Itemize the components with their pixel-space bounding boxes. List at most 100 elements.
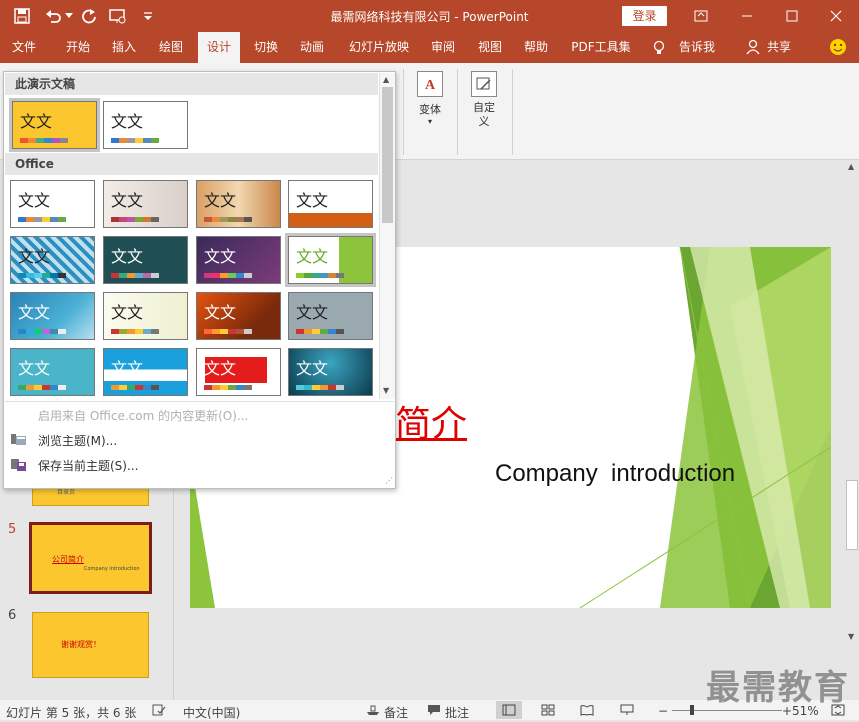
save-current-theme-item[interactable]: 保存当前主题(S)... [38,457,138,474]
theme-vapor-red[interactable]: 文文 [196,348,281,396]
minimize-icon[interactable] [737,6,757,26]
theme-preview-text: 文文 [296,359,329,378]
theme-circuit[interactable]: 文文 [10,348,95,396]
tab-review[interactable]: 审阅 [423,32,463,63]
scroll-thumb[interactable] [382,87,393,223]
theme-preview-text: 文文 [111,247,144,266]
theme-wood-type[interactable]: 文文 [196,180,281,228]
resize-grip-icon[interactable]: ⋰ [385,476,393,485]
theme-preview-text: 文文 [111,359,144,378]
watermark-logo: 最需教育 [706,668,850,708]
zoom-out-icon[interactable]: − [658,704,668,718]
theme-facet-green[interactable]: 文文 [285,233,376,287]
ribbon-separator [457,69,458,155]
share-user-icon[interactable] [744,32,762,63]
notes-button[interactable]: 备注 [384,704,408,721]
theme-ion[interactable]: 文文 [288,348,373,396]
theme-preview-text: 文文 [296,191,329,210]
scroll-up-icon[interactable]: ▲ [383,75,389,84]
theme-dividend[interactable]: 文文 [10,236,95,284]
share-button[interactable]: 共享 [764,32,794,63]
theme-badge[interactable]: 文文 [196,292,281,340]
language-indicator[interactable]: 中文(中国) [183,704,240,721]
slide-counter: 幻灯片 第 5 张，共 6 张 [6,706,137,720]
customize-group[interactable]: 自定义 [462,68,506,138]
theme-current-default[interactable]: 文文 [103,101,188,149]
login-button[interactable]: 登录 [622,6,667,26]
scroll-thumb[interactable] [846,480,858,550]
browse-themes-icon [11,433,26,446]
tab-view[interactable]: 视图 [470,32,510,63]
theme-preview-text: 文文 [18,359,51,378]
tab-draw[interactable]: 绘图 [151,32,191,63]
theme-preview-text: 文文 [204,191,237,210]
normal-view-icon[interactable] [496,701,522,719]
tab-design[interactable]: 设计 [198,32,240,63]
scroll-down-icon[interactable]: ▼ [848,632,854,641]
enable-office-content-updates: 启用来自 Office.com 的内容更新(O)... [38,409,249,423]
thumb-5-subtitle: Company introduction [84,566,140,572]
ribbon-display-options-icon[interactable] [691,6,711,26]
comments-button[interactable]: 批注 [445,704,469,721]
theme-parcel[interactable]: 文文 [288,292,373,340]
smiley-feedback-icon[interactable] [828,32,848,63]
slide-subtitle[interactable]: Company introduction [495,460,735,488]
browse-themes-item[interactable]: 浏览主题(M)... [38,432,117,449]
variants-label: 变体 [419,103,441,116]
reading-view-icon[interactable] [580,704,594,719]
tab-animations[interactable]: 动画 [292,32,332,63]
tell-me-search[interactable]: 告诉我 [672,32,722,63]
window-title: 最需网络科技有限公司 - PowerPoint [330,10,529,24]
scroll-down-icon[interactable]: ▼ [383,386,389,395]
slide-sorter-icon[interactable] [541,704,555,719]
theme-preview-text: 文文 [111,303,144,322]
slide-title[interactable]: 简介 [395,395,467,447]
theme-savon[interactable]: 文文 [103,348,188,396]
tab-insert[interactable]: 插入 [104,32,144,63]
close-icon[interactable] [826,6,846,26]
customize-label: 自定义 [473,101,495,128]
slide-number-6: 6 [8,608,17,623]
zoom-slider-thumb[interactable] [690,705,694,715]
lightbulb-icon[interactable] [650,32,668,63]
theme-gallery-popup: 此演示文稿 文文 文文 Office 文文 文文 文文 文文 文文 文文 文文 … [3,71,396,489]
editor-vertical-scrollbar[interactable]: ▲ ▼ [845,160,859,700]
ribbon-separator [512,69,513,155]
this-presentation-header: 此演示文稿 [5,73,378,95]
tab-slideshow[interactable]: 幻灯片放映 [342,32,416,63]
theme-retrospect[interactable]: 文文 [103,292,188,340]
title-bar: 最需网络科技有限公司 - PowerPoint 登录 [0,0,859,32]
slide-number-5: 5 [8,522,17,537]
popup-divider [5,401,394,402]
scroll-up-icon[interactable]: ▲ [848,162,854,171]
theme-preview-text: 文文 [296,247,329,266]
customize-icon [471,71,497,97]
slideshow-view-icon[interactable] [620,704,634,719]
variants-group[interactable]: A 变体 ▾ [408,68,452,138]
tab-transitions[interactable]: 切换 [246,32,286,63]
theme-frame[interactable]: 文文 [103,180,188,228]
theme-gallery-scrollbar[interactable]: ▲ ▼ [379,73,395,399]
theme-preview-text: 文文 [111,191,144,210]
theme-ion-boardroom[interactable]: 文文 [288,180,373,228]
theme-berlin[interactable]: 文文 [196,236,281,284]
slide-thumb-5[interactable]: 公司简介 Company introduction [29,522,152,594]
spellcheck-icon[interactable] [152,704,166,719]
tab-home[interactable]: 开始 [58,32,98,63]
theme-office[interactable]: 文文 [10,180,95,228]
slide-thumb-6[interactable]: 谢谢观赏！ [32,612,149,678]
theme-slice[interactable]: 文文 [10,292,95,340]
theme-preview-text: 文文 [18,191,51,210]
zoom-slider[interactable] [672,710,782,711]
theme-preview-text: 文文 [20,112,53,131]
tab-file[interactable]: 文件 [4,32,44,63]
theme-current-yellow[interactable]: 文文 [9,98,100,152]
variants-icon: A [417,71,443,97]
tab-pdf-tools[interactable]: PDF工具集 [567,32,635,63]
theme-preview-text: 文文 [18,247,51,266]
tab-help[interactable]: 帮助 [516,32,556,63]
variants-dropdown-icon: ▾ [427,117,432,126]
save-theme-icon [11,458,26,471]
maximize-icon[interactable] [782,6,802,26]
theme-mesh[interactable]: 文文 [103,236,188,284]
